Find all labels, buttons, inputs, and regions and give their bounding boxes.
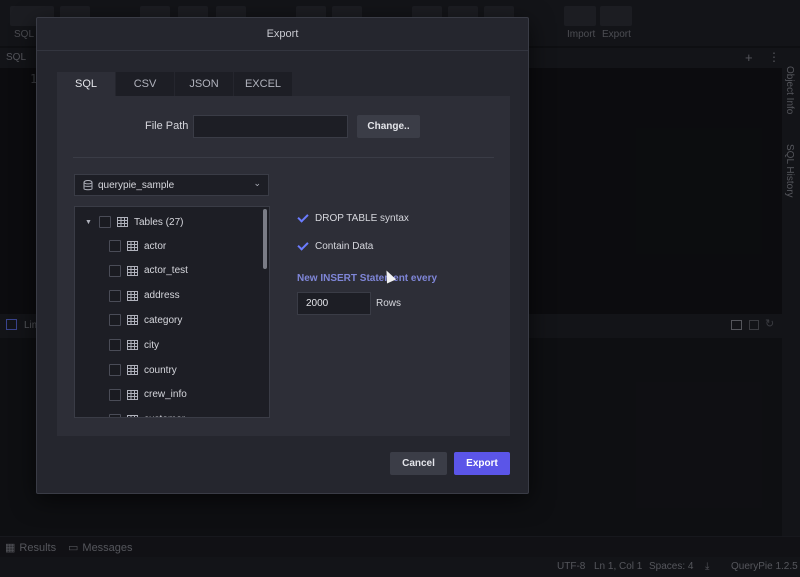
database-select-value: querypie_sample xyxy=(98,179,175,191)
table-icon xyxy=(127,365,138,375)
table-checkbox[interactable] xyxy=(109,388,121,401)
table-checkbox[interactable] xyxy=(109,364,121,376)
drop-table-option[interactable]: DROP TABLE syntax xyxy=(297,212,409,224)
tree-scrollbar[interactable] xyxy=(263,209,267,269)
table-icon xyxy=(127,265,138,276)
tree-item-table[interactable]: actor_test xyxy=(109,261,188,281)
table-icon xyxy=(127,241,138,251)
table-checkbox[interactable] xyxy=(109,339,121,352)
drop-table-checkbox[interactable] xyxy=(297,212,309,224)
tree-item-table[interactable]: city xyxy=(109,335,159,355)
table-checkbox[interactable] xyxy=(109,240,121,252)
contain-data-label: Contain Data xyxy=(315,240,374,252)
table-checkbox[interactable] xyxy=(109,314,121,327)
table-name: country xyxy=(144,364,177,376)
tab-sql[interactable]: SQL xyxy=(57,72,116,96)
export-dialog: Export SQL CSV JSON EXCEL File Path Chan… xyxy=(36,17,529,494)
tree-item-table[interactable]: country xyxy=(109,360,177,380)
tree-root-tables[interactable]: ▼ Tables (27) xyxy=(85,212,183,232)
table-name: crew_info xyxy=(144,389,187,401)
format-tabs: SQL CSV JSON EXCEL xyxy=(57,72,293,96)
table-name: actor_test xyxy=(144,265,188,277)
caret-down-icon[interactable]: ▼ xyxy=(85,219,93,226)
table-checkbox[interactable] xyxy=(109,264,121,277)
tree-item-table[interactable]: address xyxy=(109,286,180,306)
table-tree: ▼ Tables (27) actor actor_testaddress cate… xyxy=(74,206,270,418)
tables-root-label: Tables (27) xyxy=(134,216,184,228)
tree-item-table[interactable]: customer xyxy=(109,410,185,417)
tab-csv[interactable]: CSV xyxy=(116,72,175,96)
chevron-down-icon: ⌄ xyxy=(253,178,261,188)
file-path-input[interactable] xyxy=(193,115,348,138)
tab-json[interactable]: JSON xyxy=(175,72,234,96)
sql-export-panel: File Path Change.. querypie_sample ⌄ ▼ T… xyxy=(57,96,510,436)
file-path-label: File Path xyxy=(145,120,189,132)
table-name: actor xyxy=(144,240,167,252)
table-icon xyxy=(127,290,138,301)
contain-data-option[interactable]: Contain Data xyxy=(297,240,373,252)
tree-item-table[interactable]: category xyxy=(109,310,182,330)
tab-excel[interactable]: EXCEL xyxy=(234,72,293,96)
divider xyxy=(73,157,494,158)
rows-label: Rows xyxy=(376,298,402,309)
table-icon xyxy=(127,315,138,326)
insert-statement-label: New INSERT Statement every xyxy=(297,273,438,284)
table-checkbox[interactable] xyxy=(109,413,121,417)
change-path-button[interactable]: Change.. xyxy=(357,115,420,138)
tree-item-table[interactable]: crew_info xyxy=(109,385,187,405)
table-name: customer xyxy=(144,414,185,417)
drop-table-label: DROP TABLE syntax xyxy=(315,212,409,224)
cancel-button[interactable]: Cancel xyxy=(390,452,447,475)
database-icon xyxy=(83,179,93,190)
contain-data-checkbox[interactable] xyxy=(297,240,309,252)
tables-checkbox[interactable] xyxy=(99,216,111,228)
rows-input[interactable]: 2000 xyxy=(297,292,371,315)
table-icon xyxy=(117,217,128,227)
table-name: city xyxy=(144,339,159,351)
database-select[interactable]: querypie_sample ⌄ xyxy=(74,174,269,196)
table-icon xyxy=(127,414,138,417)
table-icon xyxy=(127,340,138,351)
export-button[interactable]: Export xyxy=(454,452,510,475)
table-checkbox[interactable] xyxy=(109,289,121,302)
table-icon xyxy=(127,389,138,400)
tree-item-table[interactable]: actor xyxy=(109,236,166,256)
dialog-title: Export xyxy=(37,18,528,51)
table-name: category xyxy=(144,314,183,326)
table-name: address xyxy=(144,290,180,302)
